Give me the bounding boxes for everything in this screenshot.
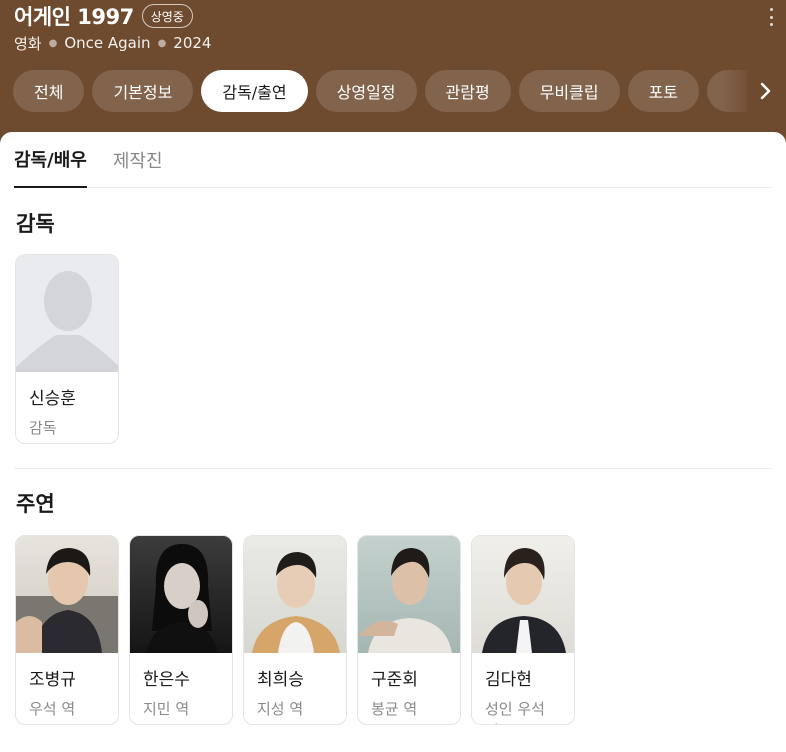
person-card[interactable]: 김다현 성인 우석 역 [471,535,575,725]
meta-genre: 영화 [14,34,42,53]
tab-all[interactable]: 전체 [13,70,85,112]
separator-dot: ● [48,37,58,49]
more-vertical-icon[interactable] [768,8,774,26]
person-card[interactable]: 신승훈 감독 [15,254,119,444]
director-section-title: 감독 [16,212,55,236]
actor-photo [244,536,346,653]
tab-bar: 전체 기본정보 감독/출연 상영일정 관람평 무비클립 포토 [13,70,748,112]
movie-header: 어게인 1997 상영중 영화 ● Once Again ● 2024 전체 기… [0,0,786,150]
subtab-crew[interactable]: 제작진 [113,132,163,188]
person-name: 신승훈 [29,389,76,409]
separator-dot: ● [157,37,167,49]
cast-section-title: 주연 [16,492,55,516]
person-name: 김다현 [485,670,532,690]
person-card[interactable]: 구준회 봉균 역 [357,535,461,725]
meta-year: 2024 [173,34,212,52]
actor-photo [472,536,574,653]
person-name: 구준회 [371,670,418,690]
meta-english-title: Once Again [64,34,151,52]
person-card[interactable]: 조병규 우석 역 [15,535,119,725]
movie-meta: 영화 ● Once Again ● 2024 [14,33,211,53]
person-card[interactable]: 한은수 지민 역 [129,535,233,725]
tab-schedule[interactable]: 상영일정 [315,70,417,112]
person-role: 성인 우석 역 [485,700,545,724]
tab-basic-info[interactable]: 기본정보 [92,70,194,112]
person-role: 봉균 역 [371,700,418,718]
title-row: 어게인 1997 상영중 [14,2,193,30]
person-role: 지성 역 [257,700,304,718]
subtab-bar: 감독/배우 제작진 [14,132,772,188]
status-badge: 상영중 [141,4,193,28]
chevron-right-icon[interactable] [754,80,776,102]
person-name: 조병규 [29,670,76,690]
cast-list: 조병규 우석 역 한은수 지민 역 최희승 지성 역 구준회 봉균 역 김다현 … [15,535,575,725]
tab-movie-clips[interactable]: 무비클립 [518,70,620,112]
tab-cast[interactable]: 감독/출연 [201,70,308,112]
subtab-cast[interactable]: 감독/배우 [14,132,87,188]
actor-photo [130,536,232,653]
content-panel: 감독/배우 제작진 감독 신승훈 감독 주연 조병규 우석 역 한은수 지민 역… [0,132,786,752]
movie-title[interactable]: 어게인 1997 [14,1,134,31]
actor-photo [16,536,118,653]
person-name: 최희승 [257,670,304,690]
person-card[interactable]: 최희승 지성 역 [243,535,347,725]
section-divider [14,468,772,469]
person-role: 우석 역 [29,700,76,718]
person-name: 한은수 [143,670,190,690]
placeholder-silhouette-icon [16,255,118,372]
tab-reviews[interactable]: 관람평 [424,70,511,112]
tab-photos[interactable]: 포토 [627,70,700,112]
actor-photo [358,536,460,653]
person-role: 지민 역 [143,700,190,718]
director-list: 신승훈 감독 [15,254,119,444]
person-role: 감독 [29,419,57,437]
